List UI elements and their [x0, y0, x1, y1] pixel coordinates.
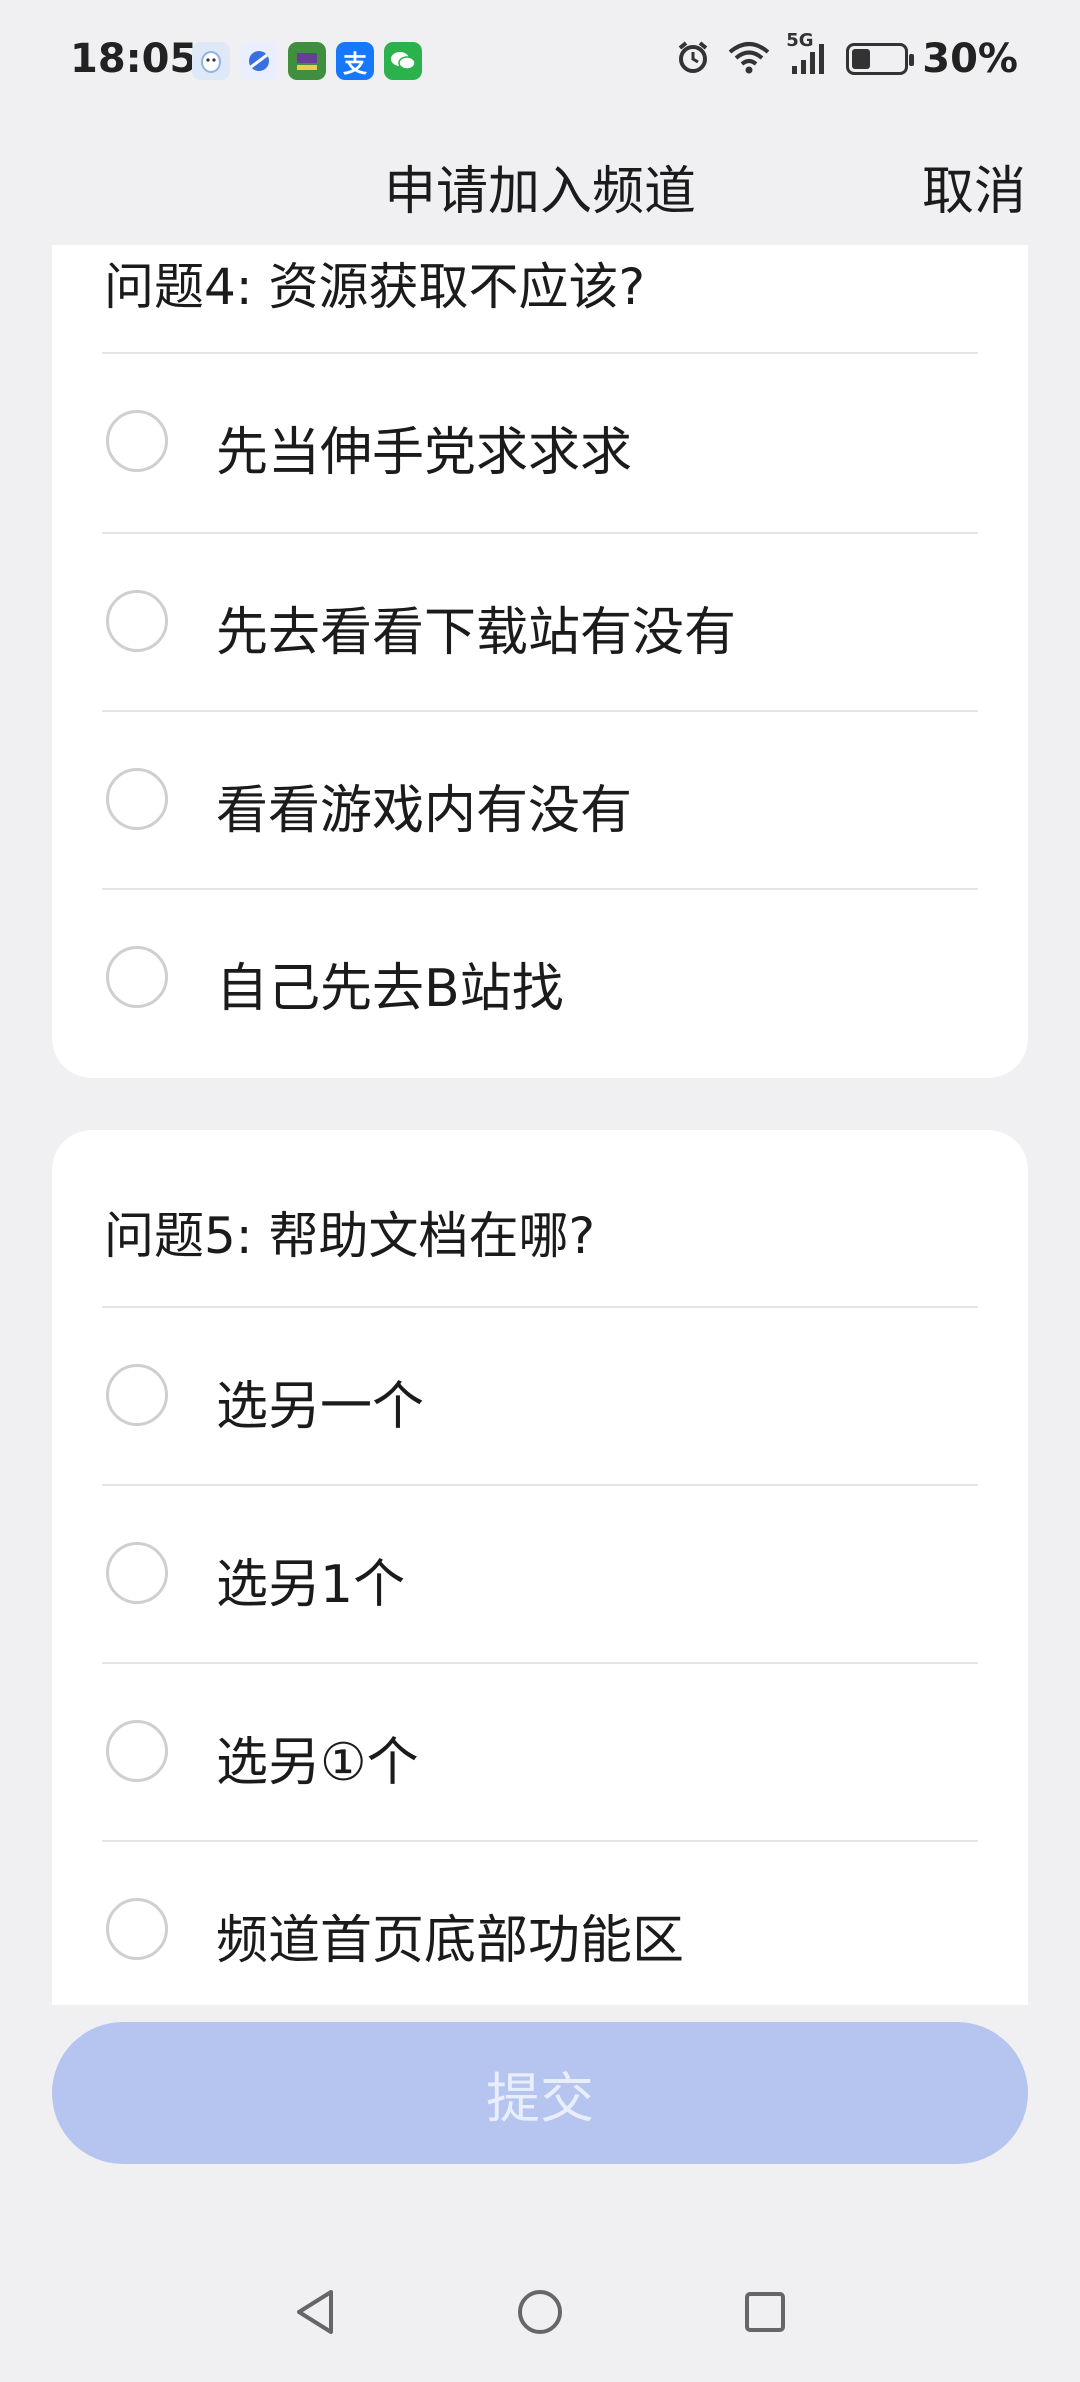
- radio-button[interactable]: [106, 768, 168, 830]
- question-card-5: 问题5: 帮助文档在哪? 选另一个 选另1个 选另①个 频道首页底部功能区: [52, 1130, 1028, 2005]
- option-item[interactable]: 频道首页底部功能区: [52, 1842, 1028, 2005]
- back-icon[interactable]: [285, 2282, 345, 2342]
- option-label: 先去看看下载站有没有: [216, 603, 737, 663]
- radio-button[interactable]: [106, 946, 168, 1008]
- option-item[interactable]: 选另①个: [52, 1664, 1028, 1842]
- qq-icon: [192, 42, 230, 80]
- wechat-icon: [384, 42, 422, 80]
- option-label: 看看游戏内有没有: [216, 781, 633, 841]
- option-label: 选另1个: [216, 1555, 406, 1615]
- game-app-icon: [288, 42, 326, 80]
- option-item[interactable]: 看看游戏内有没有: [52, 712, 1028, 890]
- option-label: 选另①个: [216, 1733, 419, 1793]
- status-right: 5G 30%: [674, 30, 1018, 82]
- system-nav-bar: [0, 2260, 1080, 2382]
- status-time: 18:05: [70, 36, 198, 82]
- question-card-4: 问题4: 资源获取不应该? 先当伸手党求求求 先去看看下载站有没有 看看游戏内有…: [52, 245, 1028, 1078]
- question-title: 问题4: 资源获取不应该?: [104, 258, 646, 316]
- battery-percent: 30%: [922, 36, 1018, 82]
- option-label: 频道首页底部功能区: [216, 1911, 685, 1971]
- alarm-icon: [674, 38, 712, 80]
- question-title: 问题5: 帮助文档在哪?: [104, 1207, 596, 1265]
- radio-button[interactable]: [106, 1364, 168, 1426]
- home-icon[interactable]: [510, 2282, 570, 2342]
- radio-button[interactable]: [106, 410, 168, 472]
- recents-icon[interactable]: [735, 2282, 795, 2342]
- option-item[interactable]: 选另一个: [52, 1308, 1028, 1486]
- radio-button[interactable]: [106, 590, 168, 652]
- battery-icon: [846, 43, 915, 75]
- option-item[interactable]: 先去看看下载站有没有: [52, 534, 1028, 712]
- alipay-icon: 支: [336, 42, 374, 80]
- radio-button[interactable]: [106, 1720, 168, 1782]
- option-label: 先当伸手党求求求: [216, 423, 633, 483]
- cancel-button[interactable]: 取消: [922, 149, 1026, 224]
- browser-icon: [240, 42, 278, 80]
- status-app-icons: 支: [192, 42, 422, 80]
- option-item[interactable]: 先当伸手党求求求: [52, 354, 1028, 532]
- network-type: 5G: [786, 30, 814, 51]
- option-label: 自己先去B站找: [216, 959, 564, 1019]
- header: 申请加入频道 取消: [0, 125, 1080, 245]
- signal-icon: 5G: [786, 30, 832, 80]
- option-item[interactable]: 自己先去B站找: [52, 890, 1028, 1068]
- radio-button[interactable]: [106, 1898, 168, 1960]
- question-list[interactable]: 问题4: 资源获取不应该? 先当伸手党求求求 先去看看下载站有没有 看看游戏内有…: [0, 245, 1080, 2005]
- option-item[interactable]: 选另1个: [52, 1486, 1028, 1664]
- status-bar: 18:05 支 5G 30%: [0, 0, 1080, 125]
- option-label: 选另一个: [216, 1377, 425, 1437]
- radio-button[interactable]: [106, 1542, 168, 1604]
- submit-button[interactable]: 提交: [52, 2022, 1028, 2164]
- wifi-icon: [726, 38, 772, 80]
- page-title: 申请加入频道: [383, 162, 696, 222]
